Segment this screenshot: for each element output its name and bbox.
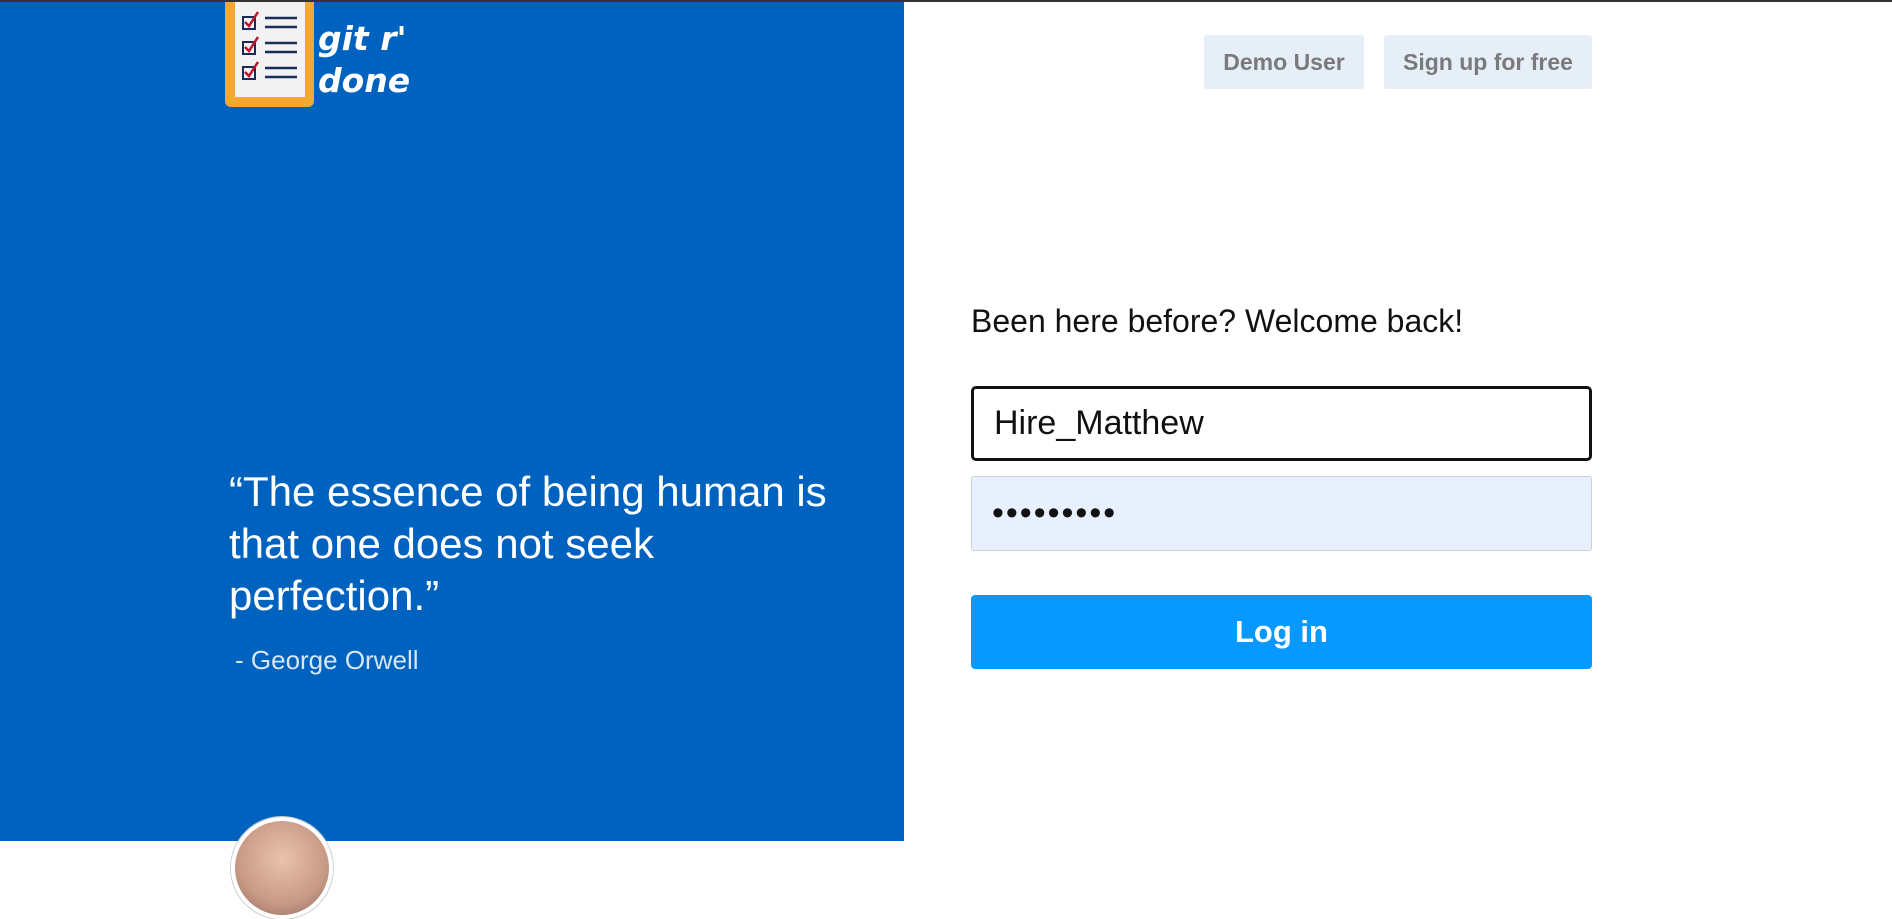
avatar (231, 817, 333, 919)
top-border (0, 0, 1892, 2)
logo-text: git r' done (318, 18, 410, 102)
clipboard-checklist-icon (225, 0, 314, 107)
demo-user-button[interactable]: Demo User (1204, 35, 1364, 89)
sign-up-button[interactable]: Sign up for free (1384, 35, 1592, 89)
logo-line-1: git r' (318, 19, 407, 58)
password-input[interactable] (971, 476, 1592, 551)
username-input[interactable] (971, 386, 1592, 461)
quote-text: “The essence of being human is that one … (229, 468, 827, 619)
login-button[interactable]: Log in (971, 595, 1592, 669)
logo-line-2: done (318, 61, 411, 100)
app-logo[interactable]: git r' done (225, 0, 425, 110)
quote-author: - George Orwell (235, 645, 419, 675)
hero-panel: git r' done “The essence of being human … (0, 0, 904, 841)
welcome-heading: Been here before? Welcome back! (971, 303, 1464, 339)
